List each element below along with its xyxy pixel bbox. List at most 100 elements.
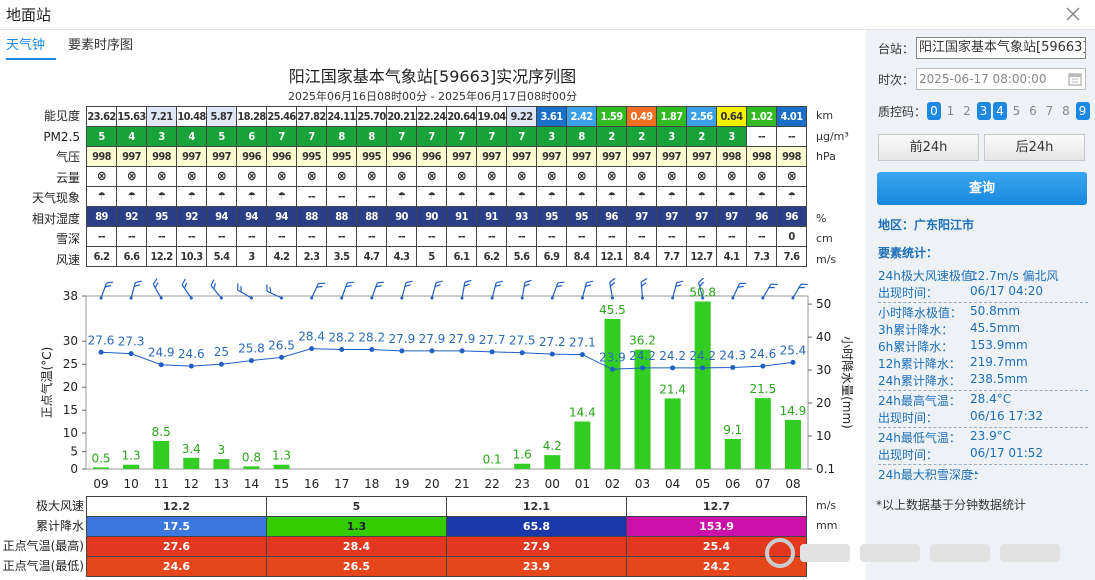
stat-row: 24h最大积雪深度： -- [878,466,1088,483]
wind-speed-cell: 7.3 [746,246,777,267]
y-right-tick-label: 0.1 [816,462,835,476]
observation-grid: 23.62 15.63 7.21 10.48 5.87 18.28 25.46 27.82 24… [86,106,807,267]
temp-low-cell: 26.5 [266,556,447,577]
humidity-cell: 96 [776,206,807,227]
qc-code-9[interactable]: 9 [1075,102,1090,120]
accum-precip-row: 17.5 1.3 65.8 153.9 [86,516,807,537]
visibility-cell: 1.59 [596,106,627,127]
time-input[interactable]: 2025-06-17 08:00:00 [916,68,1086,90]
temp-low-cell: 24.6 [86,556,267,577]
wind-barb-icon [340,281,354,300]
wind-speed-cell: 4.2 [266,246,297,267]
humidity-cell: 97 [656,206,687,227]
pressure-cell: 997 [626,146,657,167]
stat-row: 小时降水极值： 50.8mm [878,304,1088,321]
pm25-cell: 8 [356,126,387,147]
next-24h-button[interactable]: 后24h [984,134,1085,161]
stat-row: 出现时间： 06/17 04:20 [878,284,1088,301]
pm25-cell: -- [746,126,777,147]
time-value: 2025-06-17 08:00:00 [919,72,1047,86]
wind-speed-cell: 6.2 [86,246,117,267]
x-tick-label: 22 [484,477,499,491]
visibility-cell: 20.64 [446,106,477,127]
temperature-label: 28.2 [328,331,355,345]
pressure-cell: 995 [356,146,387,167]
weather-cell: ☂ [476,186,507,207]
qc-code-7[interactable]: 7 [1043,102,1057,120]
snow-cell: -- [296,226,327,247]
pm25-cell: 7 [446,126,477,147]
wind-barb-icon [266,284,284,300]
summary-labels: 极大风速 累计降水 正点气温(最高) 正点气温(最低) [0,496,84,576]
wind-speed-cell: 6.1 [446,246,477,267]
stat-divider [878,302,1088,303]
close-icon[interactable] [1063,4,1083,24]
temp-high-cell: 27.9 [446,536,627,557]
tab-element-timeseries[interactable]: 要素时序图 [68,34,148,60]
temperature-label: 28.4 [298,330,325,344]
y-left-tick-label: 30 [63,334,78,348]
y-right-axis-label: 小时降水量(mm) [840,336,854,429]
temperature-point [218,361,224,367]
visibility-cell: 0.64 [716,106,747,127]
accum-precip-cell: 1.3 [266,516,447,537]
time-label: 时次： [878,73,915,87]
qc-code-6[interactable]: 6 [1026,102,1040,120]
row-unit [816,188,866,209]
qc-code-0[interactable]: 0 [927,102,941,120]
wind-barb-icon [370,281,384,300]
tab-weather-clock[interactable]: 天气钟 [6,34,56,60]
humidity-cell: 88 [296,206,327,227]
precip-label: 14.9 [780,404,807,418]
row-unit: μg/m³ [816,129,849,143]
y-right-tick-label: 30 [816,363,831,377]
prev-24h-button[interactable]: 前24h [878,134,979,161]
precip-label: 0.8 [242,450,261,464]
qc-code-2[interactable]: 2 [960,102,974,120]
weather-cell: ☂ [626,186,657,207]
cloud-cell: ⊗ [416,166,447,187]
humidity-cell: 93 [506,206,537,227]
row-unit: m/s [816,252,837,266]
temperature-point [128,351,134,357]
humidity-cell: 97 [686,206,717,227]
x-tick-label: 08 [785,477,800,491]
qc-code-4[interactable]: 4 [993,102,1007,120]
stat-key: 出现时间： [878,286,939,300]
pm25-cell: 6 [236,126,267,147]
stat-key: 6h累计降水： [878,340,954,354]
qc-code-8[interactable]: 8 [1059,102,1073,120]
x-tick-label: 12 [184,477,199,491]
stat-value: 50.8mm [970,304,1021,318]
station-input[interactable]: 阳江国家基本气象站[59663] [916,37,1086,59]
precip-label: 1.3 [272,449,291,463]
snow-cell: -- [86,226,117,247]
qc-code-5[interactable]: 5 [1010,102,1024,120]
query-button[interactable]: 查询 [877,172,1087,205]
qc-code-1[interactable]: 1 [944,102,958,120]
stat-value: 06/16 17:32 [970,409,1043,423]
qc-code-3[interactable]: 3 [976,102,991,120]
pm25-row: 5 4 3 4 5 6 7 7 8 8 7 7 7 7 7 3 8 2 2 3 2 3 -- -- [86,126,807,147]
x-tick-label: 21 [454,477,469,491]
temperature-label: 24.2 [659,349,686,363]
pressure-cell: 997 [536,146,567,167]
visibility-cell: 10.48 [176,106,207,127]
temperature-point [609,366,615,372]
temperature-label: 27.7 [479,333,506,347]
snow-cell: -- [596,226,627,247]
pm25-cell: 8 [566,126,597,147]
stat-key: 24h最高气温： [878,394,961,408]
visibility-cell: 0.49 [626,106,657,127]
stat-key: 小时降水极值： [878,306,963,320]
visibility-cell: 19.04 [476,106,507,127]
stats-title: 要素统计： [878,246,939,260]
precip-label: 36.2 [629,334,656,348]
temperature-point [790,359,796,365]
row-unit: cm [816,232,833,245]
pm25-cell: 4 [176,126,207,147]
stat-key: 24h最低气温： [878,431,961,445]
calendar-icon[interactable] [1068,72,1082,86]
snow-cell: 0 [776,226,807,247]
visibility-cell: 22.24 [416,106,447,127]
